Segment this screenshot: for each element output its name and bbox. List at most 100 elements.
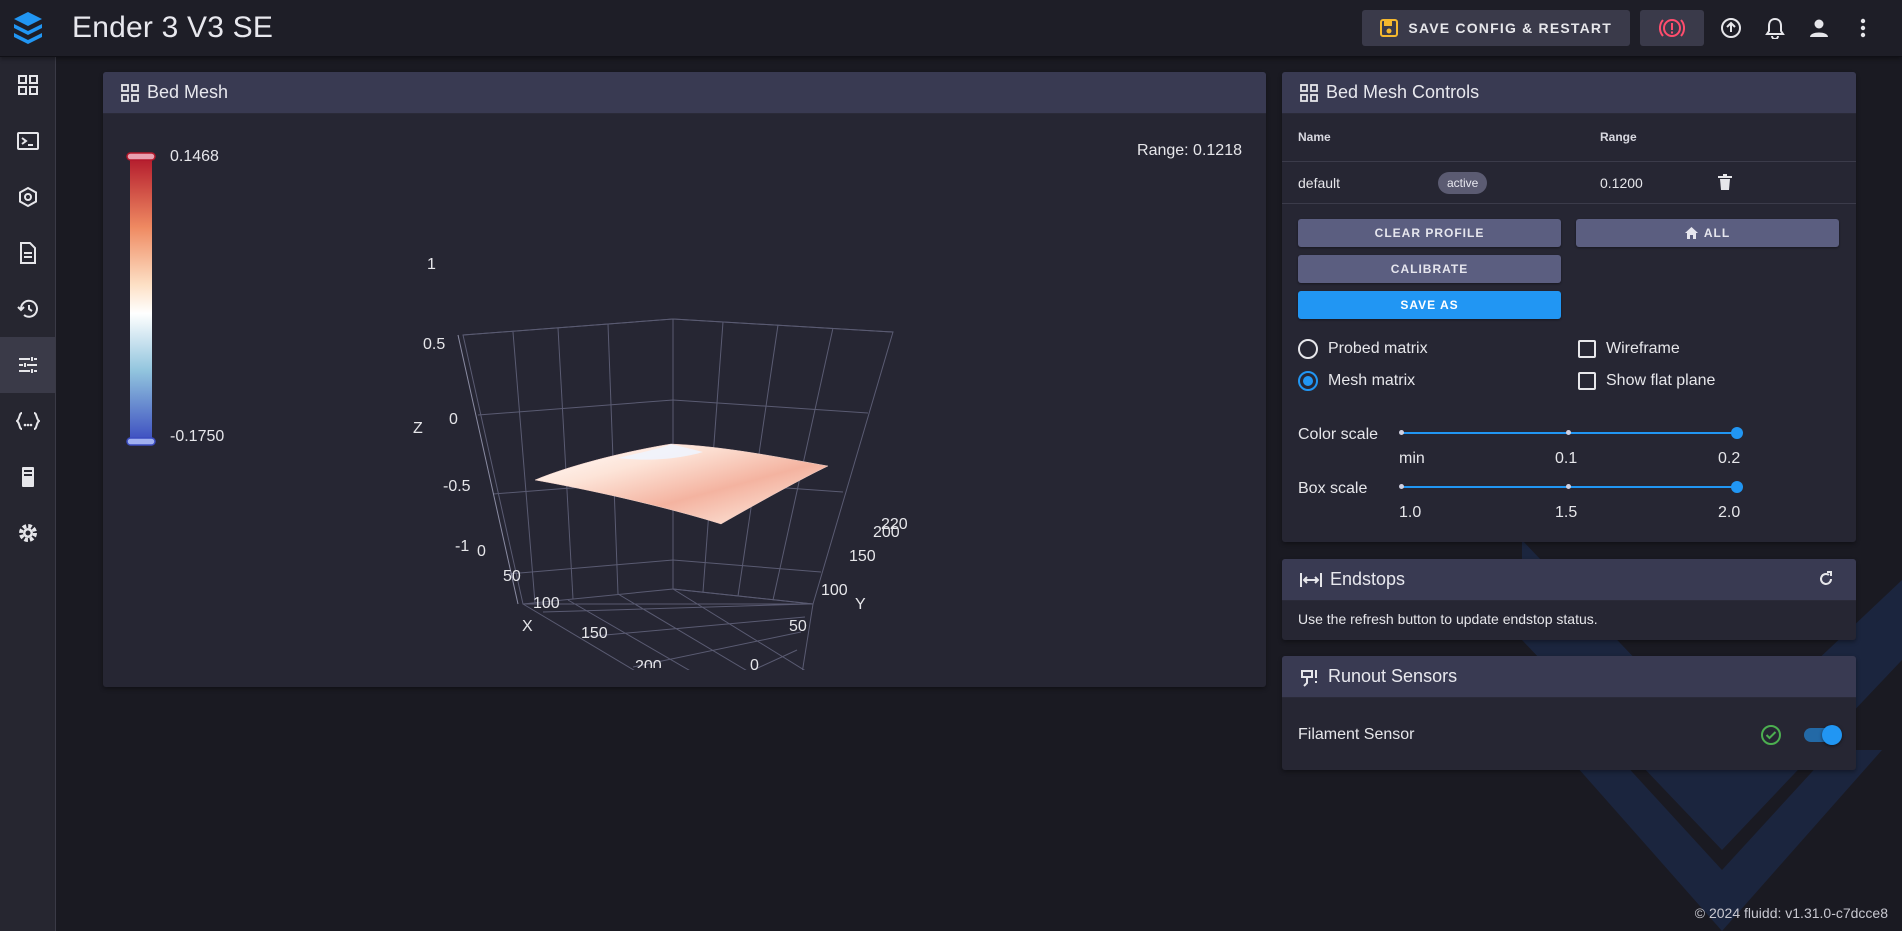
- wireframe-checkbox[interactable]: [1578, 340, 1596, 358]
- upload-print-icon[interactable]: [1714, 10, 1748, 46]
- runout-sensors-title: Runout Sensors: [1328, 666, 1458, 686]
- save-config-restart-button[interactable]: SAVE CONFIG & RESTART: [1362, 10, 1630, 46]
- show-flat-plane-option[interactable]: Show flat plane: [1578, 372, 1715, 390]
- color-scale-tick-min: [1399, 430, 1404, 435]
- save-config-label: SAVE CONFIG & RESTART: [1408, 20, 1612, 36]
- settings-gear-icon: [18, 524, 37, 542]
- y-tick-50: 50: [789, 618, 807, 635]
- col-name-header: Name: [1298, 130, 1331, 144]
- box-scale-tick-mid: [1566, 484, 1571, 489]
- app-bar: Ender 3 V3 SE SAVE CONFIG & RESTART: [0, 0, 1902, 57]
- color-scale-min: min: [1399, 450, 1425, 467]
- box-scale-tick-min: [1399, 484, 1404, 489]
- x-tick-200: 200: [635, 658, 662, 668]
- show-flat-plane-checkbox[interactable]: [1578, 372, 1596, 390]
- app-title: Ender 3 V3 SE: [72, 11, 274, 44]
- mesh-matrix-option[interactable]: Mesh matrix: [1298, 371, 1415, 391]
- box-scale-slider[interactable]: [1399, 474, 1743, 498]
- show-flat-plane-label: Show flat plane: [1606, 372, 1716, 389]
- trash-icon: [1718, 174, 1732, 190]
- console-icon: [16, 132, 39, 150]
- wireframe-option[interactable]: Wireframe: [1578, 340, 1680, 358]
- nav-config[interactable]: [0, 393, 55, 449]
- refresh-endstops-button[interactable]: [1818, 571, 1834, 592]
- endstops-message: Use the refresh button to update endstop…: [1298, 611, 1598, 627]
- nav-files[interactable]: [0, 225, 55, 281]
- jobs-cube-icon: [18, 186, 37, 208]
- color-scale-thumb[interactable]: [1731, 427, 1743, 439]
- filament-sensor-toggle[interactable]: [1804, 725, 1842, 745]
- y-axis-label: Y: [855, 596, 866, 613]
- bed-mesh-controls-card: Bed Mesh Controls Name Range default act…: [1282, 72, 1856, 542]
- mesh-matrix-radio[interactable]: [1298, 371, 1318, 391]
- calibrate-button[interactable]: CALIBRATE: [1298, 255, 1561, 283]
- profile-range: 0.1200: [1600, 174, 1643, 191]
- x-tick-0: 0: [477, 543, 486, 560]
- nav-tune[interactable]: [0, 337, 55, 393]
- box-scale-mid: 1.5: [1555, 504, 1578, 521]
- probed-matrix-label: Probed matrix: [1328, 340, 1428, 357]
- z-tick-5: -1: [455, 538, 470, 555]
- x-tick-100: 100: [533, 595, 560, 612]
- save-as-button[interactable]: SAVE AS: [1298, 291, 1561, 319]
- color-scale-slider[interactable]: [1399, 420, 1743, 444]
- fluidd-logo-icon[interactable]: [0, 0, 56, 57]
- bed-mesh-title: Bed Mesh: [147, 82, 229, 102]
- nav-history[interactable]: [0, 281, 55, 337]
- runout-sensors-card: Runout Sensors Filament Sensor: [1282, 656, 1856, 770]
- color-scale-max: 0.2: [1718, 450, 1741, 467]
- system-device-icon: [21, 467, 34, 487]
- probed-matrix-option[interactable]: Probed matrix: [1298, 339, 1428, 359]
- clear-profile-button[interactable]: CLEAR PROFILE: [1298, 219, 1561, 247]
- z-tick-4: -0.5: [443, 478, 471, 495]
- config-braces-icon: [15, 412, 40, 430]
- z-tick-3: 0: [449, 411, 458, 428]
- footer-version: © 2024 fluidd: v1.31.0-c7dcce8: [1694, 905, 1888, 921]
- history-icon: [16, 299, 38, 318]
- box-scale-thumb[interactable]: [1731, 481, 1743, 493]
- x-tick-50: 50: [503, 568, 521, 585]
- dashboard-icon: [17, 75, 38, 95]
- floppy-icon: [1380, 19, 1399, 37]
- delete-profile-button[interactable]: [1718, 174, 1732, 193]
- emergency-stop-icon: [1659, 19, 1685, 37]
- profile-row-default[interactable]: default active 0.1200: [1282, 162, 1856, 204]
- mesh-range-text: Range: 0.1218: [1137, 142, 1242, 159]
- nav-console[interactable]: [0, 113, 55, 169]
- filament-sensor-name: Filament Sensor: [1298, 726, 1415, 743]
- nav-dashboard[interactable]: [0, 57, 55, 113]
- scale-min-label: -0.1750: [170, 428, 225, 445]
- home-all-button[interactable]: ALL: [1576, 219, 1839, 247]
- emergency-stop-button[interactable]: [1640, 10, 1704, 46]
- user-account-icon[interactable]: [1802, 10, 1836, 46]
- nav-jobs[interactable]: [0, 169, 55, 225]
- sidebar-nav: [0, 57, 56, 931]
- scale-max-label: 0.1468: [170, 148, 219, 165]
- endstops-header: Endstops: [1282, 559, 1856, 601]
- col-range-header: Range: [1600, 130, 1637, 144]
- wireframe-label: Wireframe: [1606, 340, 1680, 357]
- y-tick-0: 0: [750, 657, 759, 674]
- z-axis-label: Z: [413, 420, 423, 437]
- endstops-card: Endstops Use the refresh button to updat…: [1282, 559, 1856, 640]
- notifications-bell-icon[interactable]: [1758, 10, 1792, 46]
- bed-mesh-controls-title: Bed Mesh Controls: [1326, 82, 1480, 102]
- box-scale-min: 1.0: [1399, 504, 1422, 521]
- color-scale-bar[interactable]: [123, 152, 159, 446]
- history-file-icon: [19, 242, 36, 264]
- nav-settings[interactable]: [0, 505, 55, 561]
- home-icon: [1684, 227, 1698, 239]
- y-tick-220: 220: [881, 516, 908, 533]
- profile-table-header: Name Range: [1282, 114, 1856, 162]
- nav-system[interactable]: [0, 449, 55, 505]
- x-axis-label: X: [522, 618, 533, 635]
- tune-icon: [18, 357, 37, 373]
- filament-sensor-icon: [1301, 669, 1317, 687]
- bed-mesh-card: Bed Mesh Range: 0.1218 0.1468 -0.1750 1 …: [103, 72, 1266, 687]
- box-scale-label: Box scale: [1298, 480, 1368, 497]
- bed-mesh-3d-plot[interactable]: [403, 232, 1063, 682]
- sensor-ok-check-icon: [1761, 725, 1781, 745]
- more-menu-icon[interactable]: [1846, 10, 1880, 46]
- color-scale-mid: 0.1: [1555, 450, 1578, 467]
- probed-matrix-radio[interactable]: [1298, 339, 1318, 359]
